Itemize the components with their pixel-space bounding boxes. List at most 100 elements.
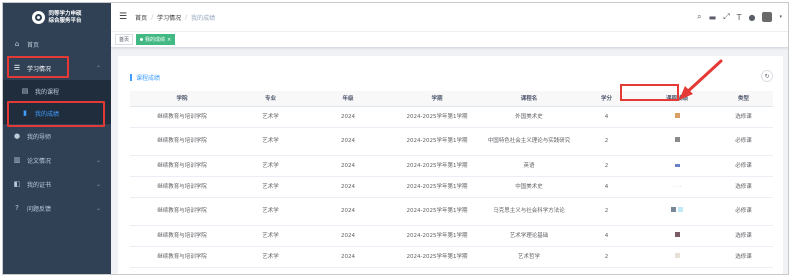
avatar[interactable] [762,12,773,22]
cell-college: 继续教育与培训学院 [130,246,234,268]
breadcrumb-home[interactable]: 首页 [135,13,147,22]
breadcrumb-current: 我的成绩 [191,14,216,22]
logo-icon [32,11,46,24]
tag-my-grades[interactable]: 我的成绩 × [136,34,176,45]
cell-type: 必修课 [714,197,773,226]
sidebar-item-label: 首页 [27,41,40,49]
chevron-down-icon: ⌄ [95,156,101,164]
cell-term: 2024-2025学年第1学期 [389,176,485,198]
sidebar-item-advisor[interactable]: ● 我的导师 [3,124,111,148]
home-icon: ⌂ [14,40,20,48]
sidebar-item-my-courses[interactable]: ▤ 我的课程 [3,80,111,102]
cell-term: 2024-2025学年第1学期 [389,127,485,156]
redacted-score [674,163,680,167]
table-row: 继续教育与培训学院 艺术学 2024 2024-2025学年第1学期 马克思主义… [130,197,773,226]
main-area: ☰ 首页 / 学习情况 / 我的成绩 ⌕ ▬ ⤢ T ● ▾ 首页 我的成绩 × [111,3,788,274]
table-row: 继续教育与培训学院 艺术学 2024 2024-2025学年第1学期 艺术哲学 … [130,246,773,268]
user-icon: ● [13,132,21,140]
sidebar-item-label: 我的课程 [35,88,60,96]
cell-score [640,127,714,156]
column-header: 学期 [389,91,485,107]
cell-score [640,225,714,247]
cell-college: 继续教育与培训学院 [130,127,234,156]
cell-grade: 2024 [307,225,389,247]
cell-term: 2024-2025学年第1学期 [389,106,485,128]
annotation-arrow-icon [679,59,723,100]
annotation-box-study [7,56,69,78]
sidebar-item-label: 问题反馈 [27,205,52,213]
cell-course: 英语 [485,155,573,177]
cell-college: 继续教育与培训学院 [130,197,234,226]
cell-college: 继续教育与培训学院 [130,155,234,177]
sidebar-item-label: 我的证书 [27,181,52,189]
table-row: 继续教育与培训学院 艺术学 2024 2024-2025学年第1学期 中国美术史… [130,176,773,198]
cell-grade: 2024 [307,155,389,177]
cell-course: 中国特色社会主义理论与实践研究 [485,127,573,156]
cell-type: 选修课 [714,106,773,128]
cell-type: 选修课 [714,225,773,247]
cell-credit: 2 [573,246,640,268]
cell-course: 艺术哲学 [485,246,573,268]
column-header: 年级 [307,91,389,107]
navbar-tools: ⌕ ▬ ⤢ T ● ▾ [697,12,782,22]
cell-score [640,197,714,226]
table-row: 继续教育与培训学院 艺术学 2024 2024-2025学年第1学期 外国美术史… [130,106,773,128]
redacted-score [674,112,680,118]
column-header: 专业 [234,91,307,107]
chevron-down-icon: ⌄ [95,180,101,188]
breadcrumb-study[interactable]: 学习情况 [157,13,181,22]
cell-college: 继续教育与培训学院 [130,106,234,128]
cell-type: 必修课 [714,127,773,156]
help-icon: ? [15,204,19,212]
sidebar-item-thesis[interactable]: ▥ 论文情况 ⌄ [3,148,111,172]
cell-grade: 2024 [307,106,389,128]
cell-major: 艺术学 [234,225,307,247]
caret-down-icon[interactable]: ▾ [779,14,782,20]
close-icon[interactable]: × [167,37,171,43]
cell-term: 2024-2025学年第1学期 [389,155,485,177]
document-icon: ▥ [13,156,21,164]
cell-credit: 2 [573,197,640,226]
navbar: ☰ 首页 / 学习情况 / 我的成绩 ⌕ ▬ ⤢ T ● ▾ [111,3,788,32]
column-header: 学院 [130,91,234,107]
cell-college: 继续教育与培训学院 [130,225,234,247]
cell-type: 选修课 [714,246,773,268]
logo-line-1: 同等学力申硕 [48,10,82,17]
redacted-score: · · · [672,183,682,190]
cell-major: 艺术学 [234,155,307,177]
user-icon[interactable]: ● [749,13,756,22]
cell-credit: 4 [573,176,640,198]
sidebar-item-home[interactable]: ⌂ 首页 [3,32,111,56]
cell-grade: 2024 [307,197,389,226]
logo-line-2: 综合服务平台 [48,17,82,24]
sidebar-item-feedback[interactable]: ? 问题反馈 ⌄ [3,196,111,220]
grades-table: 学院 专业 年级 学期 课程名 学分 课程成绩 类型 继续教育与培训学院 艺术学 [130,91,773,268]
chevron-down-icon: ⌄ [95,204,101,212]
fullscreen-icon[interactable]: ⤢ [723,12,729,22]
sidebar-item-label: 论文情况 [27,157,52,165]
refresh-icon[interactable]: ↻ [761,70,773,82]
cell-major: 艺术学 [234,246,307,268]
tags-view: 首页 我的成绩 × [111,32,788,48]
cell-score [640,246,714,268]
hamburger-icon[interactable]: ☰ [119,12,127,22]
redacted-score [674,231,680,237]
font-size-icon[interactable]: T [737,13,742,22]
cell-major: 艺术学 [234,106,307,128]
sidebar-item-certificate[interactable]: ◧ 我的证书 ⌄ [3,172,111,196]
search-icon[interactable]: ⌕ [697,12,701,22]
cell-college: 继续教育与培训学院 [130,176,234,198]
annotation-box-grade-header [620,84,679,101]
logo: 同等学力申硕 综合服务平台 [3,3,111,32]
cell-term: 2024-2025学年第1学期 [389,225,485,247]
cell-major: 艺术学 [234,176,307,198]
chevron-up-icon: ⌃ [95,64,101,72]
tag-home[interactable]: 首页 [115,34,134,45]
message-icon[interactable]: ▬ [709,13,717,22]
redacted-score [674,137,680,142]
cell-course: 艺术学理论基础 [485,225,573,247]
cell-score [640,106,714,128]
table-row: 继续教育与培训学院 艺术学 2024 2024-2025学年第1学期 中国特色社… [130,127,773,156]
cell-score [640,155,714,177]
table-row: 继续教育与培训学院 艺术学 2024 2024-2025学年第1学期 英语 2 … [130,155,773,177]
